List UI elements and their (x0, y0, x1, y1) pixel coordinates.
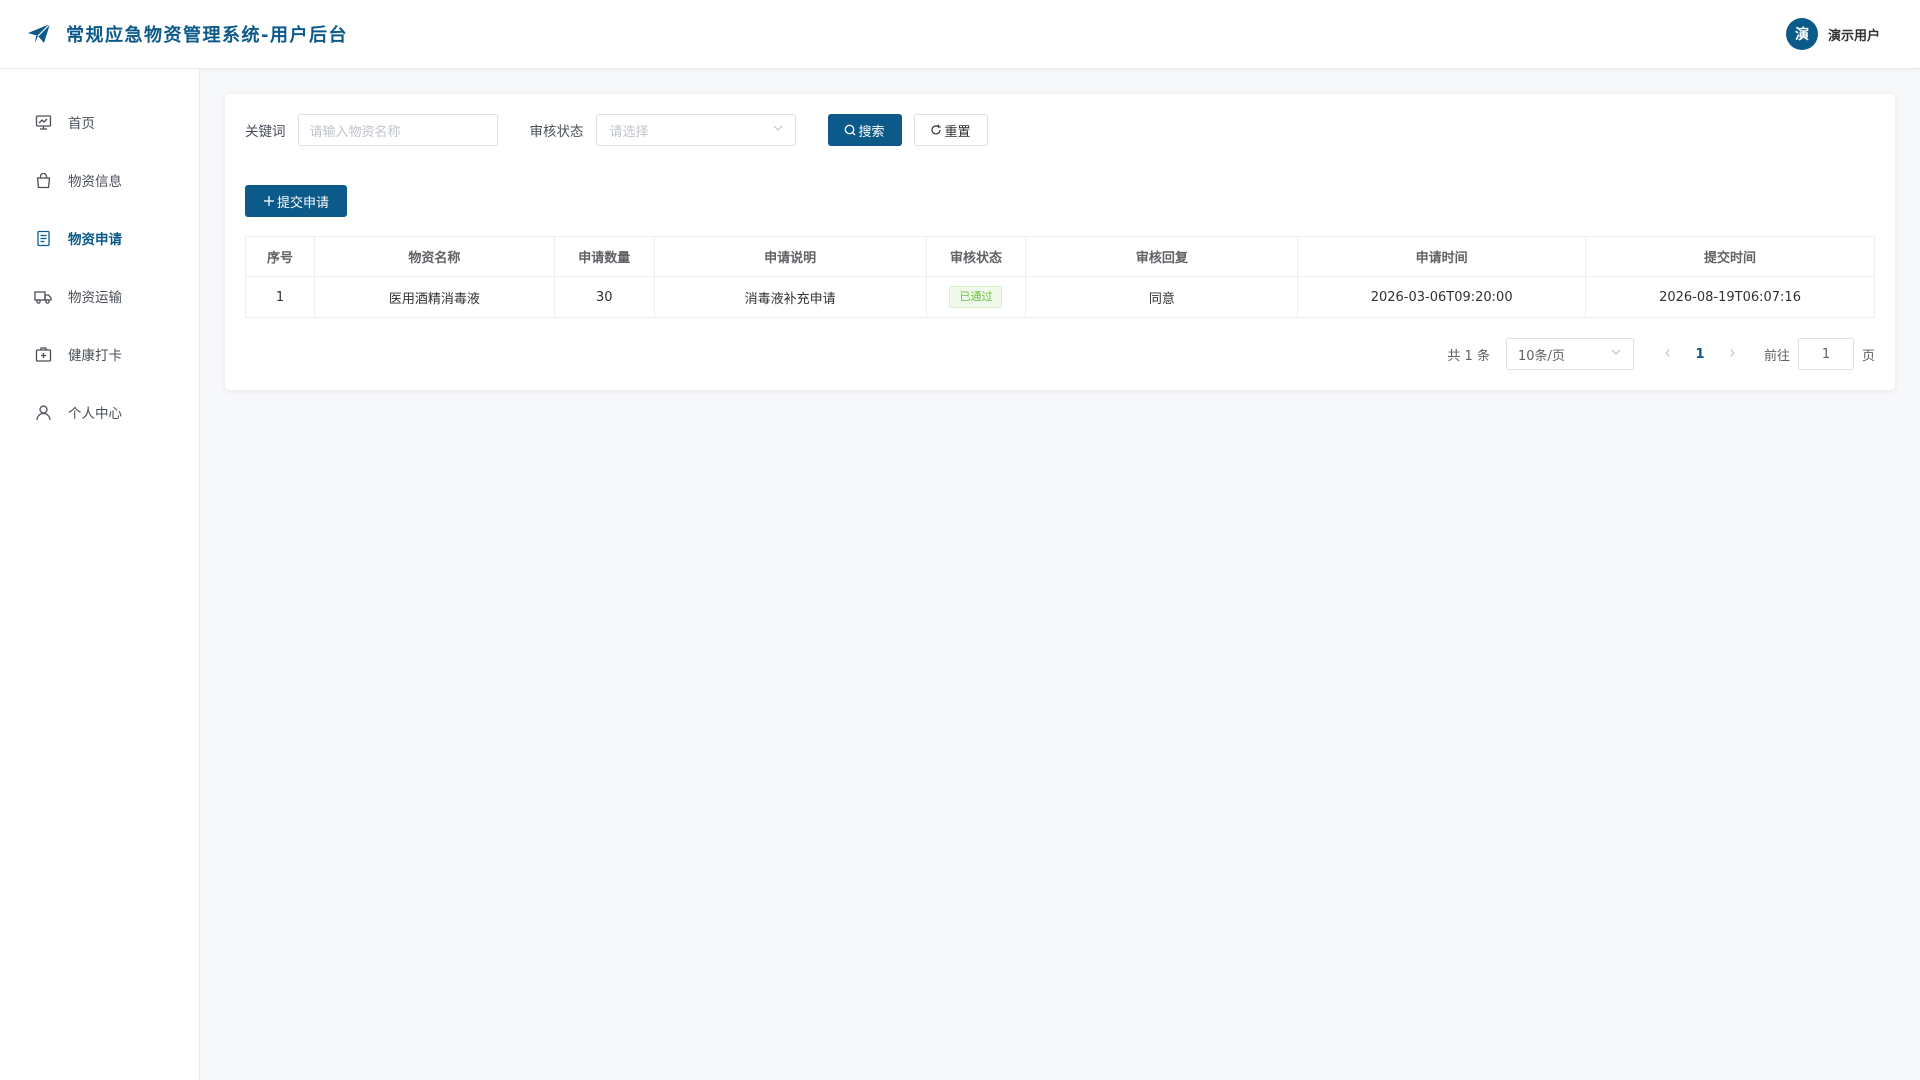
brand: 常规应急物资管理系统-用户后台 (26, 21, 348, 47)
status-label: 审核状态 (529, 124, 584, 140)
paper-plane-icon (26, 21, 52, 47)
truck-icon (34, 287, 52, 305)
cell-reply: 同意 (1025, 276, 1299, 318)
page-size-select[interactable]: 10条/页 (1505, 338, 1634, 370)
search-button-label: 搜索 (858, 124, 885, 140)
keyword-label: 关键词 (245, 124, 286, 140)
cell-name: 医用酒精消毒液 (313, 276, 555, 318)
sidebar-item-profile[interactable]: 个人中心 (0, 383, 199, 441)
user-menu[interactable]: 演 演示用户 (1785, 18, 1880, 50)
col-submit-time: 提交时间 (1585, 236, 1875, 277)
next-page-icon[interactable] (1716, 347, 1748, 362)
col-quantity: 申请数量 (553, 236, 655, 277)
reset-button-label: 重置 (944, 124, 971, 140)
applications-table: 序号 物资名称 申请数量 申请说明 审核状态 审核回复 申请时间 提交时间 1 … (245, 236, 1875, 318)
goto-label: 前往 (1763, 348, 1790, 364)
search-icon (844, 124, 856, 136)
chevron-down-icon (772, 122, 784, 138)
app-title: 常规应急物资管理系统-用户后台 (66, 25, 348, 46)
prev-page-icon[interactable] (1652, 347, 1684, 362)
total-count: 共 1 条 (1447, 348, 1490, 364)
goto-page-input[interactable]: 1 (1797, 338, 1854, 370)
sidebar-item-home[interactable]: 首页 (0, 93, 199, 151)
sidebar-item-materials[interactable]: 物资信息 (0, 151, 199, 209)
cell-status: 已通过 (925, 276, 1027, 318)
medical-box-icon (34, 345, 52, 363)
dashboard-icon (34, 113, 52, 131)
submit-application-button[interactable]: 提交申请 (245, 185, 347, 217)
plus-icon (263, 195, 275, 207)
keyword-placeholder: 请输入物资名称 (309, 124, 401, 140)
shopping-bag-icon (34, 171, 52, 189)
sidebar-item-application[interactable]: 物资申请 (0, 209, 199, 267)
sidebar-item-label: 物资申请 (68, 232, 122, 248)
table-row[interactable]: 1 医用酒精消毒液 30 消毒液补充申请 已通过 同意 2026-03-06T0… (245, 276, 1875, 318)
goto-page-value: 1 (1821, 346, 1831, 362)
status-placeholder: 请选择 (609, 124, 649, 140)
table-header-row: 序号 物资名称 申请数量 申请说明 审核状态 审核回复 申请时间 提交时间 (245, 236, 1875, 277)
sidebar-item-health[interactable]: 健康打卡 (0, 325, 199, 383)
cell-index: 1 (245, 276, 315, 318)
sidebar-item-label: 物资运输 (68, 290, 122, 306)
avatar[interactable]: 演 (1785, 18, 1818, 50)
pagination: 共 1 条 10条/页 1 前往 1 页 (1447, 338, 1875, 370)
cell-submit-time: 2026-08-19T06:07:16 (1585, 276, 1875, 318)
sidebar-item-label: 物资信息 (68, 174, 122, 190)
page-suffix: 页 (1861, 348, 1875, 364)
main-card: 关键词 请输入物资名称 审核状态 请选择 搜索 重置 提交申请 序号 物资名称 … (225, 94, 1895, 390)
cell-quantity: 30 (553, 276, 655, 318)
sidebar-item-label: 首页 (68, 116, 95, 132)
col-status: 审核状态 (925, 236, 1027, 277)
filter-bar: 关键词 请输入物资名称 审核状态 请选择 搜索 重置 (245, 114, 988, 146)
cell-description: 消毒液补充申请 (653, 276, 927, 318)
col-reply: 审核回复 (1025, 236, 1299, 277)
page-size-value: 10条/页 (1517, 348, 1565, 364)
col-name: 物资名称 (313, 236, 555, 277)
sidebar: 首页 物资信息 物资申请 物资运输 健康打卡 个人中心 (0, 69, 200, 1080)
app-header: 常规应急物资管理系统-用户后台 演 演示用户 (0, 0, 1920, 69)
sidebar-item-transport[interactable]: 物资运输 (0, 267, 199, 325)
status-badge: 已通过 (949, 286, 1003, 308)
sidebar-item-label: 健康打卡 (68, 348, 122, 364)
document-icon (34, 229, 52, 247)
page-number[interactable]: 1 (1684, 347, 1716, 362)
col-description: 申请说明 (653, 236, 927, 277)
chevron-down-icon (1610, 346, 1622, 362)
user-icon (34, 403, 52, 421)
search-button[interactable]: 搜索 (827, 114, 902, 146)
sidebar-item-label: 个人中心 (68, 406, 122, 422)
keyword-input[interactable]: 请输入物资名称 (297, 114, 498, 146)
col-index: 序号 (245, 236, 315, 277)
submit-application-label: 提交申请 (276, 195, 329, 211)
refresh-icon (930, 124, 942, 136)
status-select[interactable]: 请选择 (595, 114, 796, 146)
col-apply-time: 申请时间 (1297, 236, 1587, 277)
username[interactable]: 演示用户 (1828, 25, 1880, 44)
reset-button[interactable]: 重置 (913, 114, 988, 146)
cell-apply-time: 2026-03-06T09:20:00 (1297, 276, 1587, 318)
